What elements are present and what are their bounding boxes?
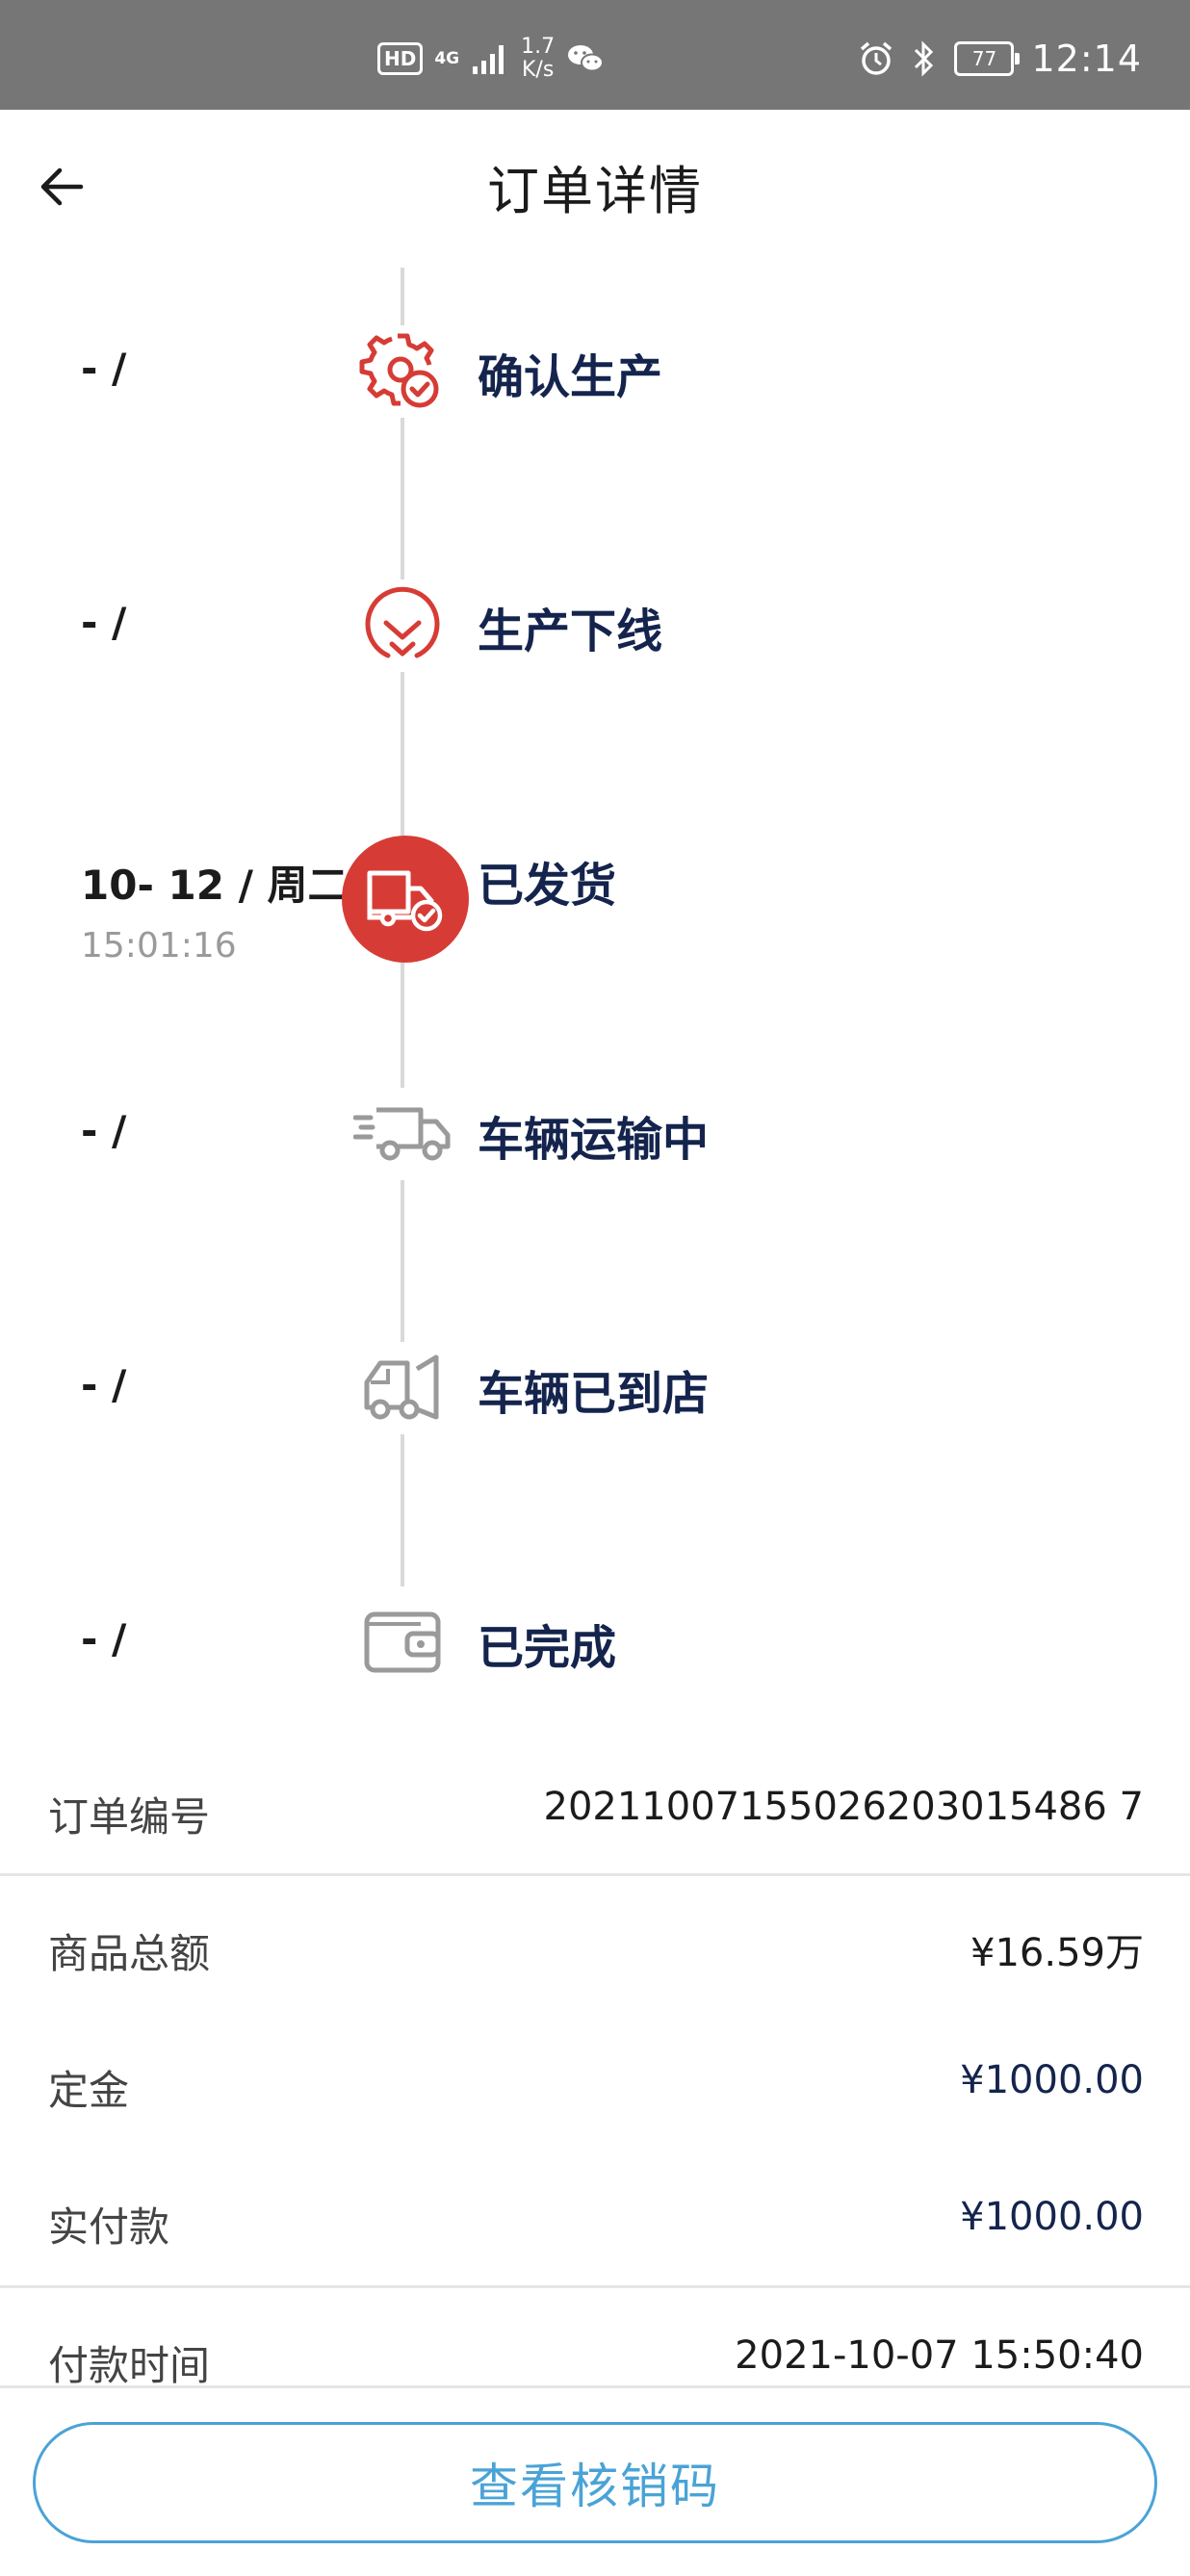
divider [0,2385,1190,2388]
app-header: 订单详情 [0,110,1190,264]
step-date: - / [81,1107,127,1154]
network-speed: 1.7 K/s [521,36,555,82]
bluetooth-icon [915,40,934,77]
step-time: 15:01:16 [81,926,237,966]
circle-chevron-down-icon [356,580,449,672]
wallet-icon [356,1596,449,1688]
moving-truck-icon [350,1088,456,1180]
truck-arrived-icon [356,1342,449,1434]
status-bar-network: HD 4G 1.7 K/s [377,35,605,83]
step-date: - / [81,599,127,646]
order-number-label: 订单编号 [48,1793,211,1841]
timeline-step-production-offline: - / 生产下线 [0,531,1190,724]
speed-unit: K/s [521,58,555,82]
deposit-row: 定金 ¥1000.00 [0,2035,1190,2131]
paid-amount-value: ¥1000.00 [960,2195,1144,2239]
timeline-step-arrived-store: - / 车辆已到店 [0,1294,1190,1486]
goods-total-row: 商品总额 ¥16.59万 [0,1898,1190,1995]
pay-time-label: 付款时间 [48,2342,211,2389]
timeline-step-shipped: 10- 12 / 周二 15:01:16 已发货 [0,786,1190,978]
divider [0,1873,1190,1876]
pay-time-value: 2021-10-07 15:50:40 [735,2333,1144,2378]
timeline-step-in-transit: - / 车辆运输中 [0,1040,1190,1232]
alarm-icon [861,41,892,75]
status-bar-right: 77 12:14 [858,35,1142,83]
wechat-icon [568,45,605,72]
view-verification-code-button[interactable]: 查看核销码 [33,2422,1157,2543]
paid-amount-label: 实付款 [48,2203,170,2251]
pay-time-row: 付款时间 2021-10-07 15:50:40 [0,2310,1190,2407]
step-date: - / [81,1615,127,1662]
timeline-step-completed: - / 已完成 [0,1548,1190,1740]
goods-total-value: ¥16.59万 [970,1931,1144,1975]
step-label: 生产下线 [478,605,663,658]
timeline-step-confirm-production: - / 确认生产 [0,277,1190,470]
step-label: 已完成 [478,1621,617,1675]
paid-amount-row: 实付款 ¥1000.00 [0,2172,1190,2268]
truck-check-icon [342,836,469,963]
deposit-label: 定金 [48,2067,130,2114]
divider [0,2285,1190,2288]
order-number-value: 20211007155026203015486 7 [543,1785,1145,1829]
step-label: 车辆已到店 [478,1367,710,1421]
step-label: 确认生产 [478,350,663,404]
step-label: 已发货 [478,859,617,913]
step-label: 车辆运输中 [478,1113,710,1167]
clock: 12:14 [1031,38,1142,80]
deposit-value: ¥1000.00 [960,2058,1144,2102]
hd-icon: HD [377,42,424,75]
gear-check-icon [356,325,449,418]
order-number-row: 订单编号 20211007155026203015486 7 [0,1762,1190,1858]
goods-total-label: 商品总额 [48,1930,211,1977]
speed-value: 1.7 [521,35,556,59]
battery-icon: 77 [954,41,1021,76]
page-title: 订单详情 [487,161,703,221]
step-date: - / [81,345,127,392]
network-type: 4G [434,49,460,68]
status-bar: HD 4G 1.7 K/s 77 12:14 [0,0,1190,110]
step-date: - / [81,1361,127,1408]
step-date: 10- 12 / 周二 [81,862,349,909]
signal-icon [473,45,504,74]
